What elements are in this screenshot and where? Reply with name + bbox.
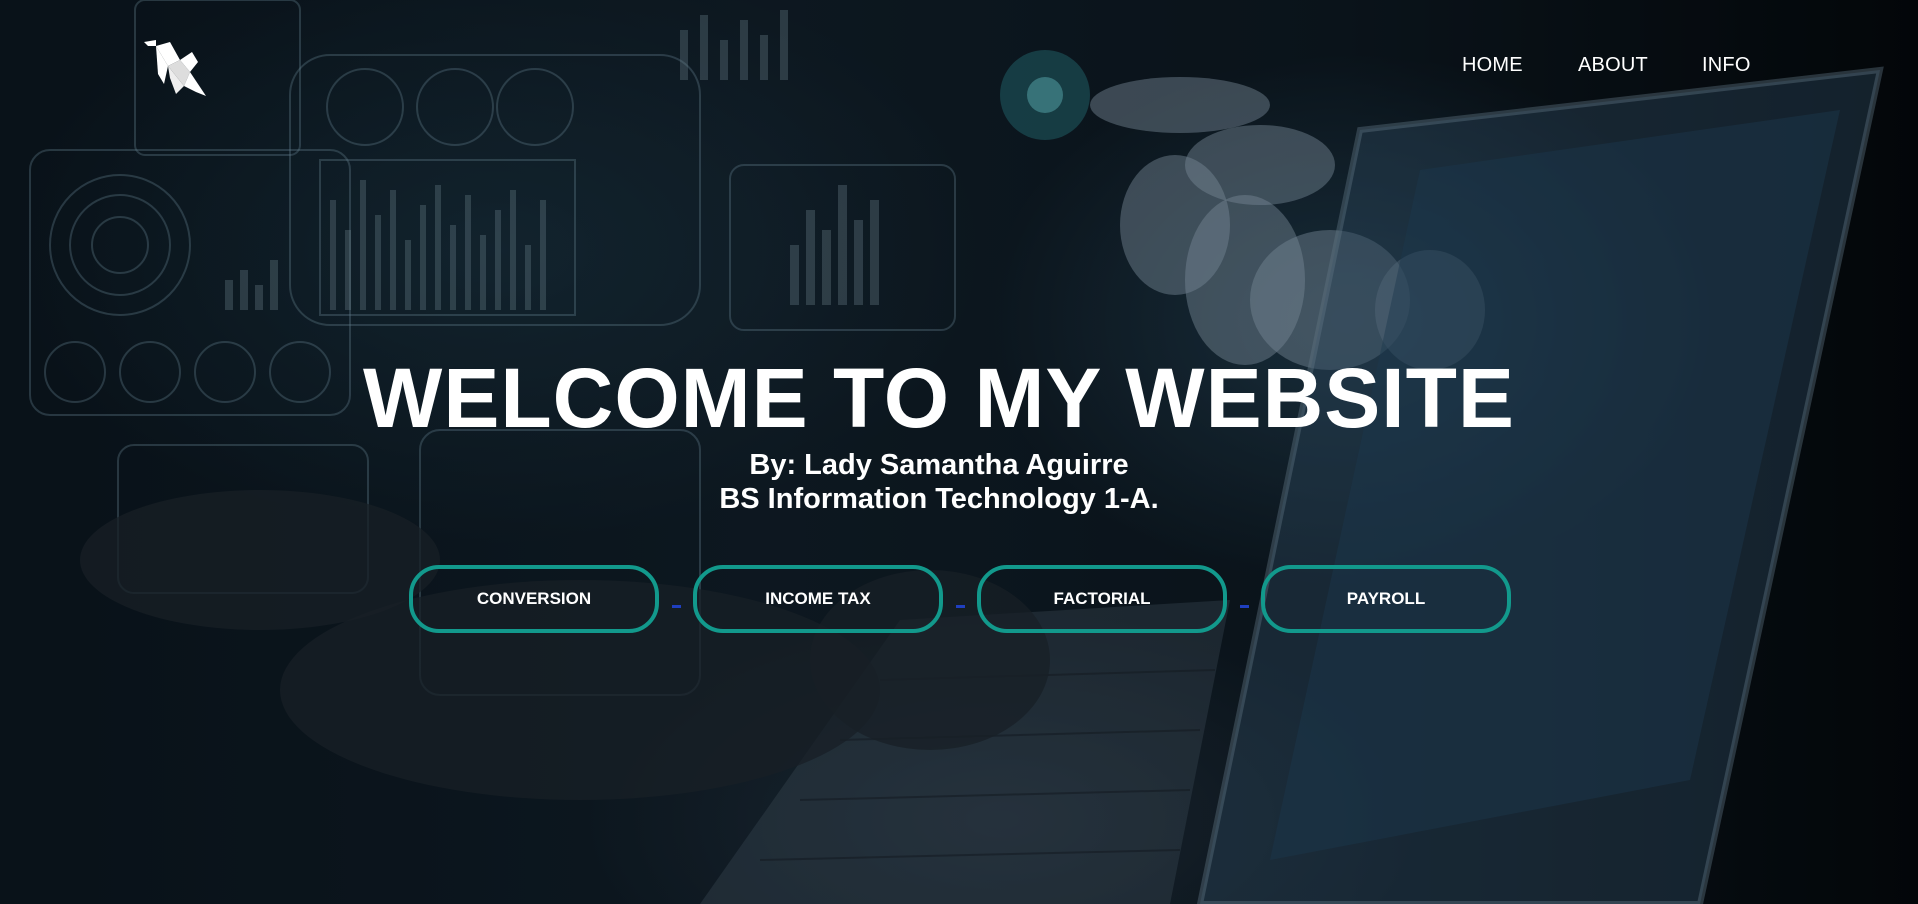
conversion-button[interactable]: CONVERSION <box>409 565 659 633</box>
payroll-button[interactable]: PAYROLL <box>1261 565 1511 633</box>
author-name: By: Lady Samantha Aguirre <box>749 449 1129 481</box>
separator <box>1227 591 1261 608</box>
factorial-button[interactable]: FACTORIAL <box>977 565 1227 633</box>
income-tax-button[interactable]: INCOME TAX <box>693 565 943 633</box>
separator <box>943 591 977 608</box>
author-byline: By: Lady Samantha Aguirre BS Information… <box>0 448 1918 516</box>
top-navigation: HOME ABOUT INFO <box>0 54 1918 82</box>
action-button-row: CONVERSION INCOME TAX FACTORIAL PAYROLL <box>409 565 1511 633</box>
nav-about-link[interactable]: ABOUT <box>1578 54 1648 77</box>
nav-home-link[interactable]: HOME <box>1462 54 1523 77</box>
nav-info-link[interactable]: INFO <box>1702 54 1751 77</box>
page-title: WELCOME TO MY WEBSITE <box>363 351 1515 445</box>
author-program: BS Information Technology 1-A. <box>719 483 1159 515</box>
separator <box>659 591 693 608</box>
